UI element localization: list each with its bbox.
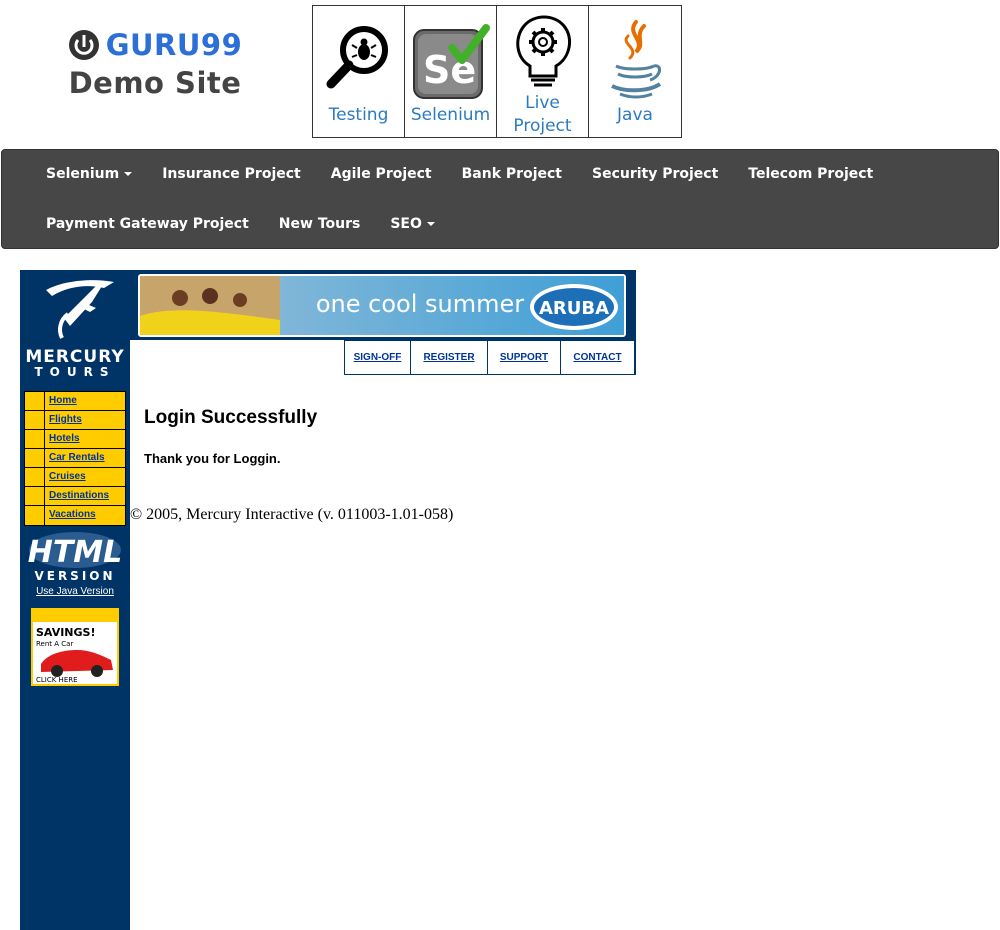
- side-menu-item: Destinations: [25, 487, 125, 506]
- tile-testing-label: Testing: [328, 105, 389, 125]
- side-link-vacations[interactable]: Vacations: [45, 506, 125, 525]
- side-link-home[interactable]: Home: [45, 392, 125, 410]
- aruba-brand-text: ARUBA: [539, 298, 609, 319]
- side-menu-item: Home: [25, 392, 125, 411]
- selenium-icon: Se: [412, 24, 490, 99]
- aruba-banner-image: one cool summer ARUBA: [140, 276, 624, 335]
- nav-new-tours[interactable]: New Tours: [279, 216, 361, 232]
- logo-subtitle: Demo Site: [68, 66, 242, 100]
- main-navbar: Selenium Insurance Project Agile Project…: [1, 149, 999, 249]
- tours-logo-text: TOURS: [34, 365, 115, 378]
- tile-live-project[interactable]: Live Project: [497, 6, 589, 137]
- menu-bullet: [25, 392, 45, 410]
- tile-live-label-1: Live: [525, 93, 560, 113]
- side-link-car-rentals[interactable]: Car Rentals: [45, 449, 125, 467]
- side-link-flights[interactable]: Flights: [45, 411, 125, 429]
- guru99-mark-icon: [68, 30, 99, 60]
- side-menu-item: Cruises: [25, 468, 125, 487]
- nav-row-1: Selenium Insurance Project Agile Project…: [46, 166, 873, 182]
- html-version-logo: HTML VERSION: [28, 532, 123, 582]
- menu-bullet: [25, 411, 45, 429]
- tile-selenium-label: Selenium: [410, 105, 491, 125]
- menu-bullet: [25, 449, 45, 467]
- contact-link[interactable]: CONTACT: [561, 341, 634, 374]
- nav-seo[interactable]: SEO: [390, 216, 435, 232]
- nav-telecom-project[interactable]: Telecom Project: [748, 166, 873, 182]
- sign-off-link[interactable]: SIGN-OFF: [345, 341, 410, 374]
- site-header: GURU99 Demo Site Testing Se Selenium Liv…: [0, 0, 1000, 148]
- register-link[interactable]: REGISTER: [411, 341, 487, 374]
- course-tiles: Testing Se Selenium Live Project Java: [312, 5, 682, 138]
- tile-java[interactable]: Java: [589, 6, 681, 137]
- svg-text:Rent A Car: Rent A Car: [36, 640, 73, 648]
- mercury-sidebar: MERCURY TOURS Home Flights Hotels Car Re…: [20, 270, 130, 930]
- nav-security-project[interactable]: Security Project: [592, 166, 718, 182]
- car-ad-image: SAVINGS! Rent A Car CLICK HERE: [33, 610, 117, 684]
- lightbulb-gear-icon: [515, 15, 571, 87]
- top-links: SIGN-OFF REGISTER SUPPORT CONTACT: [344, 340, 636, 375]
- support-link[interactable]: SUPPORT: [488, 341, 560, 374]
- nav-row-2: Payment Gateway Project New Tours SEO: [46, 216, 435, 232]
- logo-text: GURU99: [105, 28, 243, 62]
- aruba-banner[interactable]: one cool summer ARUBA: [138, 274, 626, 337]
- side-menu-item: Car Rentals: [25, 449, 125, 468]
- tile-live-label-2: Project: [513, 116, 572, 136]
- tile-java-label: Java: [617, 105, 653, 125]
- nav-selenium[interactable]: Selenium: [46, 166, 133, 182]
- mercury-logo-text: MERCURY: [25, 347, 124, 367]
- tile-selenium[interactable]: Se Selenium: [405, 6, 497, 137]
- side-link-hotels[interactable]: Hotels: [45, 430, 125, 448]
- login-message: Thank you for Loggin.: [144, 451, 281, 466]
- caret-down-icon: [124, 172, 133, 176]
- nav-insurance-project[interactable]: Insurance Project: [162, 166, 301, 182]
- nav-seo-label: SEO: [390, 216, 422, 232]
- use-java-version-link[interactable]: Use Java Version: [20, 586, 130, 597]
- banner-text: one cool summer: [316, 290, 524, 318]
- menu-bullet: [25, 487, 45, 505]
- nav-selenium-label: Selenium: [46, 166, 120, 182]
- side-menu-item: Hotels: [25, 430, 125, 449]
- nav-agile-project[interactable]: Agile Project: [331, 166, 432, 182]
- svg-text:SAVINGS!: SAVINGS!: [36, 626, 95, 639]
- java-icon: [611, 20, 662, 99]
- side-link-cruises[interactable]: Cruises: [45, 468, 125, 486]
- menu-bullet: [25, 506, 45, 525]
- copyright-text: © 2005, Mercury Interactive (v. 011003-1…: [130, 506, 454, 523]
- side-menu-item: Flights: [25, 411, 125, 430]
- svg-text:HTML: HTML: [28, 535, 123, 570]
- mercury-tours-logo[interactable]: MERCURY TOURS: [24, 274, 126, 378]
- magnifier-bug-icon: [326, 26, 388, 89]
- guru99-logo[interactable]: GURU99 Demo Site: [55, 28, 255, 100]
- nav-bank-project[interactable]: Bank Project: [462, 166, 562, 182]
- side-menu-item: Vacations: [25, 506, 125, 525]
- side-link-destinations[interactable]: Destinations: [45, 487, 125, 505]
- menu-bullet: [25, 430, 45, 448]
- page-title: Login Successfully: [144, 407, 318, 428]
- nav-payment-gateway-project[interactable]: Payment Gateway Project: [46, 216, 249, 232]
- svg-text:VERSION: VERSION: [34, 569, 115, 582]
- tile-testing[interactable]: Testing: [313, 6, 405, 137]
- menu-bullet: [25, 468, 45, 486]
- caret-down-icon: [426, 222, 435, 226]
- side-menu: Home Flights Hotels Car Rentals Cruises …: [24, 391, 126, 526]
- rent-a-car-ad[interactable]: SAVINGS! Rent A Car CLICK HERE: [31, 608, 119, 686]
- svg-text:CLICK HERE: CLICK HERE: [36, 676, 78, 684]
